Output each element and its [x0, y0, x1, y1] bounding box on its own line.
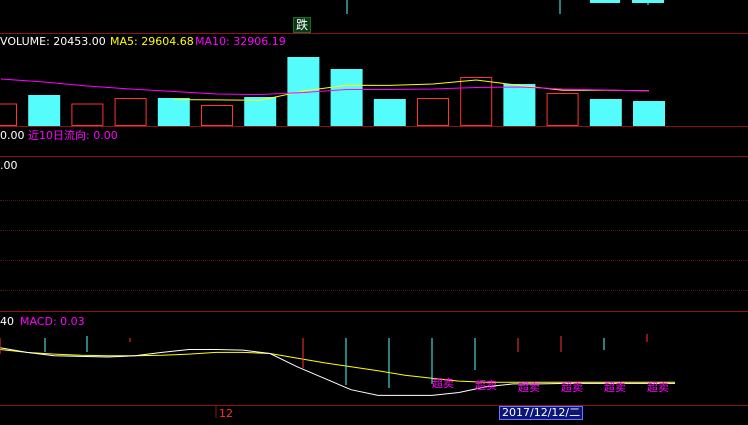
flow-pane-separator: [0, 156, 748, 157]
volume-bar: [460, 77, 493, 126]
volume-bar: [201, 105, 233, 126]
volume-bar: [373, 99, 406, 126]
oversold-signal: 超卖: [475, 379, 497, 392]
ma10-value-label: MA10: 32906.19: [195, 35, 286, 48]
volume-bar: [157, 98, 190, 126]
ma10-line: [0, 78, 650, 96]
volume-bar: [633, 101, 665, 126]
dea-line: [0, 349, 675, 383]
volume-bar: [244, 97, 277, 126]
volume-bar: [546, 93, 579, 126]
volume-bar: [28, 95, 61, 126]
crosshair-date-label: 2017/12/12/二: [499, 406, 584, 420]
volume-baseline: [0, 126, 748, 127]
macd-value-label: MACD: 0.03: [20, 315, 85, 328]
volume-bar: [0, 103, 17, 126]
oversold-signal: 超卖: [604, 381, 626, 394]
empty-pane-value: .00: [0, 159, 18, 172]
macd-left-value: 40: [0, 315, 14, 328]
price-candle: [590, 0, 620, 3]
oversold-signal: 超卖: [561, 381, 583, 394]
flow-10day-label: 近10日流向: 0.00: [28, 129, 118, 142]
x-axis-line: [0, 405, 748, 406]
grid-line: [0, 200, 748, 201]
ma5-value-label: MA5: 29604.68: [110, 35, 194, 48]
oversold-signal: 超卖: [647, 381, 669, 394]
down-badge: 跌: [293, 17, 312, 33]
volume-value-label: VOLUME: 20453.00: [0, 35, 106, 48]
grid-line: [0, 260, 748, 261]
chart-canvas: [0, 0, 675, 418]
oversold-signal: 超卖: [518, 381, 540, 394]
volume-bar: [503, 84, 536, 126]
volume-bar: [114, 98, 147, 126]
volume-bar: [417, 98, 449, 126]
grid-line: [0, 230, 748, 231]
macd-pane-separator: [0, 311, 748, 312]
oversold-signal: 超卖: [432, 377, 454, 390]
volume-bar: [330, 69, 363, 126]
top-separator-line: [0, 33, 748, 34]
flow-left-value: 0.00: [0, 129, 25, 142]
grid-line: [0, 290, 748, 291]
volume-bar: [71, 103, 104, 126]
x-axis-tick-label: 12: [219, 407, 233, 420]
volume-bar: [589, 99, 622, 126]
